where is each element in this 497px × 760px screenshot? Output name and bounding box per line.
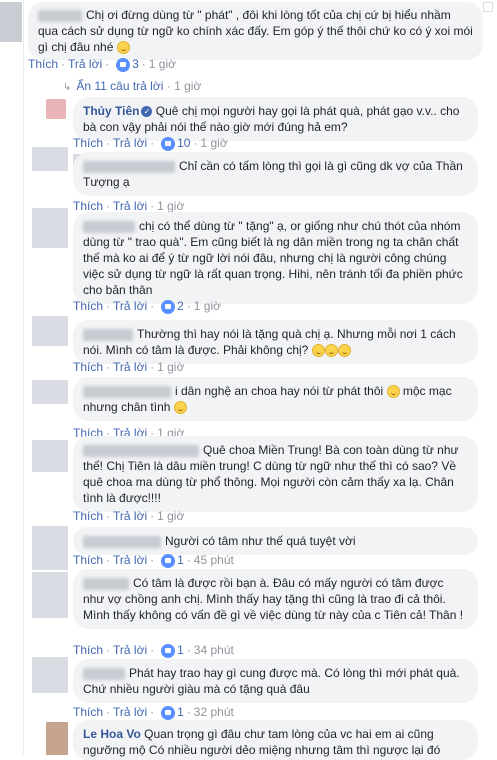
timestamp[interactable]: 1 giờ [157,199,184,213]
like-link[interactable]: Thích [73,705,103,719]
avatar[interactable] [46,99,66,119]
like-reaction-icon[interactable] [116,57,131,72]
smile-emoji-icon [386,385,400,399]
comment-actions: Thích · Trả lời · 1 · 32 phút [73,705,234,720]
comment-bubble: i dân nghệ an choa hay nói từ phát thôi … [73,377,478,421]
comment-bubble: Le Hoa Vo Quan trọng gì đâu chư tam lòng… [73,720,478,760]
comment-text: Người có tâm như thế quá tuyệt vời [165,534,356,548]
like-reaction-icon[interactable] [161,299,176,314]
like-reaction-icon[interactable] [161,705,176,720]
comment-bubble: chị có thể dùng từ " tặng" ạ, or giống n… [73,212,478,304]
comment-bubble: Quê choa Miền Trung! Bà con toàn dùng từ… [73,436,478,512]
comment-text: Thường thì hay nói là tặng quà chị ạ. Nh… [83,327,456,357]
comment-text: Có tâm là được rồi bạn à. Đâu có mấy ngư… [83,576,464,622]
comment-text: Quê chị mọi người hay gọi là phát quà, p… [83,104,460,134]
avatar[interactable] [32,208,68,248]
reply-link[interactable]: Trả lời [113,136,147,150]
reaction-count[interactable]: 2 [177,299,184,313]
reply-link[interactable]: Trả lời [113,643,147,657]
timestamp[interactable]: 1 giờ [149,57,176,71]
like-link[interactable]: Thích [73,509,103,523]
avatar[interactable] [32,572,68,618]
smile-emoji-icon [311,344,325,358]
comment-bubble: Thường thì hay nói là tặng quà chị ạ. Nh… [73,320,478,364]
comment-actions: Thích · Trả lời · 2 · 1 giờ [73,299,222,314]
comment-bubble: Chị ơi đừng dùng từ " phát" , đôi khi lò… [28,2,483,60]
comment-actions: Thích · Trả lời · 1 giờ [73,509,185,523]
like-link[interactable]: Thích [73,643,103,657]
reply-link[interactable]: Trả lời [113,299,147,313]
reply-link[interactable]: Trả lời [113,553,147,567]
avatar[interactable] [32,380,68,404]
comment-bubble: Chỉ cần có tấm lòng thì gọi là gì cũng d… [73,152,478,196]
reaction-count[interactable]: 3 [132,57,139,71]
avatar[interactable] [32,440,68,472]
reaction-count[interactable]: 1 [177,553,184,567]
like-reaction-icon[interactable] [161,643,176,658]
comment-text: Chị ơi đừng dùng từ " phát" , đôi khi lò… [38,8,473,54]
reply-link[interactable]: Trả lời [113,509,147,523]
hide-replies-link[interactable]: ↳ Ẩn 11 câu trả lời · 1 giờ [63,79,201,93]
timestamp[interactable]: 1 giờ [157,509,184,523]
reply-link[interactable]: Trả lời [68,57,102,71]
verified-badge-icon: ✓ [141,106,153,118]
avatar[interactable] [32,147,68,171]
comment-actions: Thích · Trả lời · 10 · 1 giờ [73,136,228,151]
reaction-count[interactable]: 10 [177,136,190,150]
timestamp[interactable]: 1 giờ [200,136,227,150]
like-reaction-icon[interactable] [161,553,176,568]
comment-text: i dân nghệ an choa hay nói từ phát thôi [175,384,384,398]
hide-replies-label: Ẩn 11 câu trả lời [76,79,164,93]
thread-line [23,0,24,755]
reaction-count[interactable]: 1 [177,705,184,719]
reply-link[interactable]: Trả lời [113,360,147,374]
comment-bubble: Phát hay trao hay gì cung được mà. Có lò… [73,659,478,703]
sad-emoji-icon [173,401,187,415]
timestamp[interactable]: 45 phút [194,553,234,567]
comment-bubble: Người có tâm như thế quá tuyệt vời [73,527,478,555]
timestamp[interactable]: 34 phút [194,643,234,657]
avatar[interactable] [32,526,68,570]
author-name[interactable]: Thủy Tiên [83,104,139,118]
author-name[interactable]: Le Hoa Vo [83,727,141,741]
comment-text: chị có thể dùng từ " tặng" ạ, or giống n… [83,219,463,297]
options-icon[interactable] [483,2,493,12]
reaction-count[interactable]: 1 [177,643,184,657]
reply-arrow-icon: ↳ [63,82,72,93]
smile-emoji-icon [324,344,338,358]
comment-actions: Thích · Trả lời · 1 · 45 phút [73,553,234,568]
reply-link[interactable]: Trả lời [113,199,147,213]
comment-actions: Thích · Trả lời · 1 giờ [73,199,185,213]
comment-actions: Thích · Trả lời · 1 · 34 phút [73,643,234,658]
timestamp[interactable]: 32 phút [194,705,234,719]
comment-actions: Thích · Trả lời · 1 giờ [73,360,185,374]
hide-replies-time: 1 giờ [174,79,202,93]
like-link[interactable]: Thích [73,360,103,374]
like-link[interactable]: Thích [28,57,58,71]
timestamp[interactable]: 1 giờ [157,360,184,374]
timestamp[interactable]: 1 giờ [194,299,221,313]
like-link[interactable]: Thích [73,199,103,213]
comment-actions: Thích · Trả lời · 3 · 1 giờ [28,57,177,72]
like-link[interactable]: Thích [73,136,103,150]
reply-link[interactable]: Trả lời [113,705,147,719]
avatar[interactable] [46,722,68,755]
avatar[interactable] [32,657,68,693]
comment-bubble: Có tâm là được rồi bạn à. Đâu có mấy ngư… [73,569,478,629]
comment-text: Phát hay trao hay gì cung được mà. Có lò… [83,666,460,696]
avatar[interactable] [0,2,22,42]
like-link[interactable]: Thích [73,553,103,567]
comment-bubble: Thủy Tiên ✓ Quê chị mọi người hay gọi là … [73,97,478,141]
like-link[interactable]: Thích [73,299,103,313]
smile-emoji-icon [337,344,351,358]
smile-emoji-icon [116,41,130,55]
like-reaction-icon[interactable] [161,136,176,151]
avatar[interactable] [32,316,68,346]
